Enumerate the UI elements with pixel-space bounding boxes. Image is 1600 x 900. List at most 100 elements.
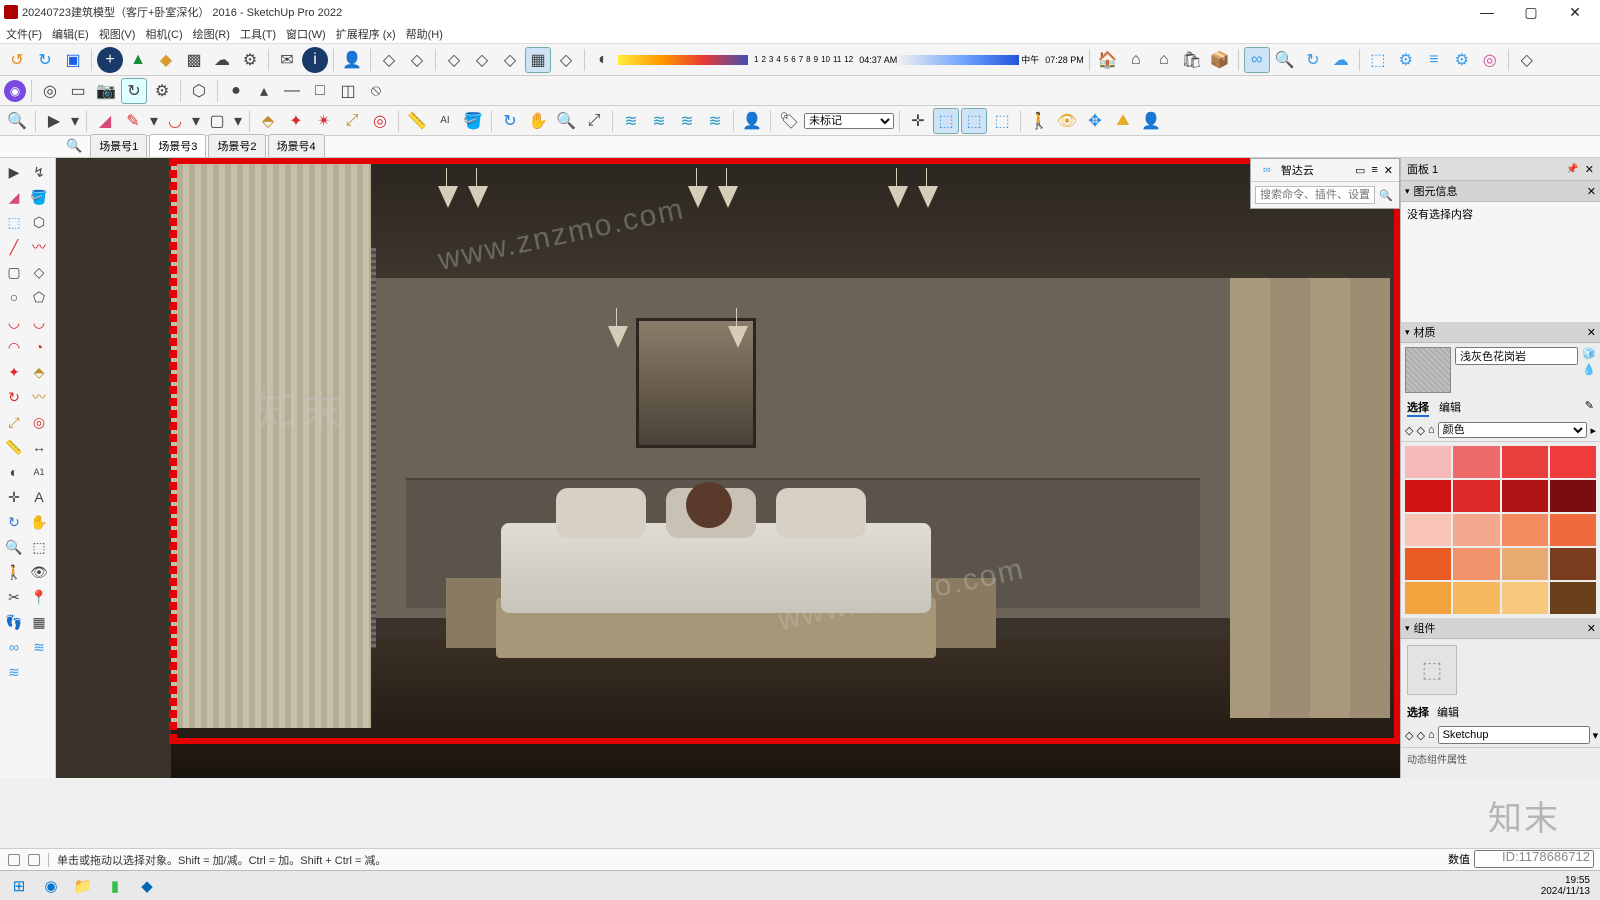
axes-icon[interactable]: ✛ xyxy=(905,108,931,134)
menu-edit[interactable]: 编辑(E) xyxy=(52,26,89,42)
style-shaded2-icon[interactable]: ◇ xyxy=(469,47,495,73)
zhidayun-min-icon[interactable]: ▭ xyxy=(1355,164,1365,177)
user-icon[interactable]: 👤 xyxy=(339,47,365,73)
mat-tab-select[interactable]: 选择 xyxy=(1407,399,1429,417)
paint-icon[interactable]: 🪣 xyxy=(460,108,486,134)
lt-look2-icon[interactable]: 👁 xyxy=(27,560,51,584)
material-swatch[interactable] xyxy=(1550,480,1596,512)
lt-zoom-icon[interactable]: 🔍 xyxy=(2,535,26,559)
pin-icon[interactable]: 📌 xyxy=(1566,164,1578,175)
lt-rotate-icon[interactable]: ↻ xyxy=(2,385,26,409)
lt-lasso-icon[interactable]: ↯ xyxy=(27,160,51,184)
lt-free-icon[interactable]: 〰 xyxy=(27,235,51,259)
menu-tools[interactable]: 工具(T) xyxy=(240,26,276,42)
mat-create-icon[interactable]: 🧊 xyxy=(1582,347,1596,360)
lt-offset-icon[interactable]: ◎ xyxy=(27,410,51,434)
start-button[interactable]: ⊞ xyxy=(6,875,32,897)
lt-sandbox-icon[interactable]: ▦ xyxy=(27,610,51,634)
cloud-sync-icon[interactable]: ↻ xyxy=(1300,47,1326,73)
lt-pan-icon[interactable]: ✋ xyxy=(27,510,51,534)
lt-section2-icon[interactable]: ✂ xyxy=(2,585,26,609)
lt-orbit-icon[interactable]: ↻ xyxy=(2,510,26,534)
pushpull-icon[interactable]: ⬘ xyxy=(255,108,281,134)
zhidayun-menu-icon[interactable]: ≡ xyxy=(1371,164,1377,176)
checker-icon[interactable]: ▩ xyxy=(181,47,207,73)
status-credit-icon[interactable] xyxy=(28,854,40,866)
mat-eyedrop-icon[interactable]: 💧 xyxy=(1582,363,1596,376)
gear3-icon[interactable]: ⚙ xyxy=(1449,47,1475,73)
close-button[interactable]: ✕ xyxy=(1554,1,1596,23)
material-swatch[interactable] xyxy=(1502,480,1548,512)
list-icon[interactable]: ≡ xyxy=(1421,47,1447,73)
offset-icon[interactable]: ◎ xyxy=(367,108,393,134)
lt-hex-icon[interactable]: ⬡ xyxy=(27,210,51,234)
material-thumb[interactable] xyxy=(1405,347,1451,393)
position-icon[interactable]: ✥ xyxy=(1082,108,1108,134)
components-close-icon[interactable]: ✕ xyxy=(1587,622,1596,635)
pan-icon[interactable]: ✋ xyxy=(525,108,551,134)
zhidayun-search-icon[interactable]: 🔍 xyxy=(1379,189,1393,202)
lt-arc2-icon[interactable]: ◡ xyxy=(27,310,51,334)
view-iso-icon[interactable]: ⬚ xyxy=(933,108,959,134)
lt-zoomwin-icon[interactable]: ⬚ xyxy=(27,535,51,559)
zhidayun-close-icon[interactable]: ✕ xyxy=(1384,164,1393,177)
zoom-icon[interactable]: 🔍 xyxy=(553,108,579,134)
style-shaded-icon[interactable]: ◇ xyxy=(441,47,467,73)
mat-menu-icon[interactable]: ▸ xyxy=(1590,424,1596,437)
entity-close-icon[interactable]: ✕ xyxy=(1587,185,1596,198)
component-path-input[interactable] xyxy=(1438,726,1590,744)
nocircle-icon[interactable]: ⦸ xyxy=(363,78,389,104)
undo-icon[interactable]: ↺ xyxy=(4,47,30,73)
add-icon[interactable]: + xyxy=(97,47,123,73)
style-hidden-icon[interactable]: ◇ xyxy=(404,47,430,73)
ext-mgr-icon[interactable]: 📦 xyxy=(1207,47,1233,73)
minimize-button[interactable]: — xyxy=(1466,1,1508,23)
warehouse-icon[interactable]: 🏠 xyxy=(1095,47,1121,73)
material-swatch[interactable] xyxy=(1405,446,1451,478)
lt-position2-icon[interactable]: 📍 xyxy=(27,585,51,609)
menu-file[interactable]: 文件(F) xyxy=(6,26,42,42)
cloud-link-icon[interactable]: ∞ xyxy=(1244,47,1270,73)
style-xray-icon[interactable]: ◇ xyxy=(553,47,579,73)
comp-back-icon[interactable]: ◇ xyxy=(1405,729,1413,742)
material-swatch[interactable] xyxy=(1550,548,1596,580)
explorer-icon[interactable]: 📁 xyxy=(70,875,96,897)
components-header[interactable]: 组件 ✕ xyxy=(1401,618,1600,639)
rect3-icon[interactable]: ◫ xyxy=(335,78,361,104)
zoom-ext-icon[interactable]: ⤢ xyxy=(581,108,607,134)
select-drop-icon[interactable]: ▾ xyxy=(69,108,81,134)
materials-close-icon[interactable]: ✕ xyxy=(1587,326,1596,339)
material-swatch[interactable] xyxy=(1453,582,1499,614)
menu-help[interactable]: 帮助(H) xyxy=(406,26,443,42)
comp-menu-icon[interactable]: ▾ xyxy=(1593,729,1599,742)
lt-text-icon[interactable]: A1 xyxy=(27,460,51,484)
material-swatch[interactable] xyxy=(1453,514,1499,546)
lt-paint-icon[interactable]: 🪣 xyxy=(27,185,51,209)
scene-search-icon[interactable]: 🔍 xyxy=(66,138,82,154)
compass-icon[interactable]: ◎ xyxy=(1477,47,1503,73)
material-swatch[interactable] xyxy=(1453,446,1499,478)
zhidayun-search-input[interactable] xyxy=(1255,186,1375,204)
sketchup-taskbar-icon[interactable]: ◆ xyxy=(134,875,160,897)
lt-3dtext-icon[interactable]: A xyxy=(27,485,51,509)
entity-info-header[interactable]: 图元信息 ✕ xyxy=(1401,181,1600,202)
select-tool-icon[interactable]: ▶ xyxy=(41,108,67,134)
rect2-icon[interactable]: ▢ xyxy=(204,108,230,134)
3dwh2-icon[interactable]: ⌂ xyxy=(1151,47,1177,73)
tape-icon[interactable]: 📏 xyxy=(404,108,430,134)
lt-rotrect-icon[interactable]: ◇ xyxy=(27,260,51,284)
material-swatch[interactable] xyxy=(1405,480,1451,512)
menu-window[interactable]: 窗口(W) xyxy=(286,26,326,42)
box-icon[interactable]: ◇ xyxy=(1514,47,1540,73)
lt-push-icon[interactable]: ⬘ xyxy=(27,360,51,384)
material-swatch[interactable] xyxy=(1453,480,1499,512)
ext-wh-icon[interactable]: 🛍 xyxy=(1179,47,1205,73)
line-icon[interactable]: — xyxy=(279,78,305,104)
time-slider[interactable] xyxy=(899,55,1019,65)
style-textured-icon[interactable]: ▦ xyxy=(525,47,551,73)
target-icon[interactable]: ◎ xyxy=(37,78,63,104)
lt-move-icon[interactable]: ✦ xyxy=(2,360,26,384)
material-swatch[interactable] xyxy=(1405,514,1451,546)
component-thumb[interactable]: ⬚ xyxy=(1407,645,1457,695)
section-icon[interactable]: ⛰ xyxy=(1110,108,1136,134)
